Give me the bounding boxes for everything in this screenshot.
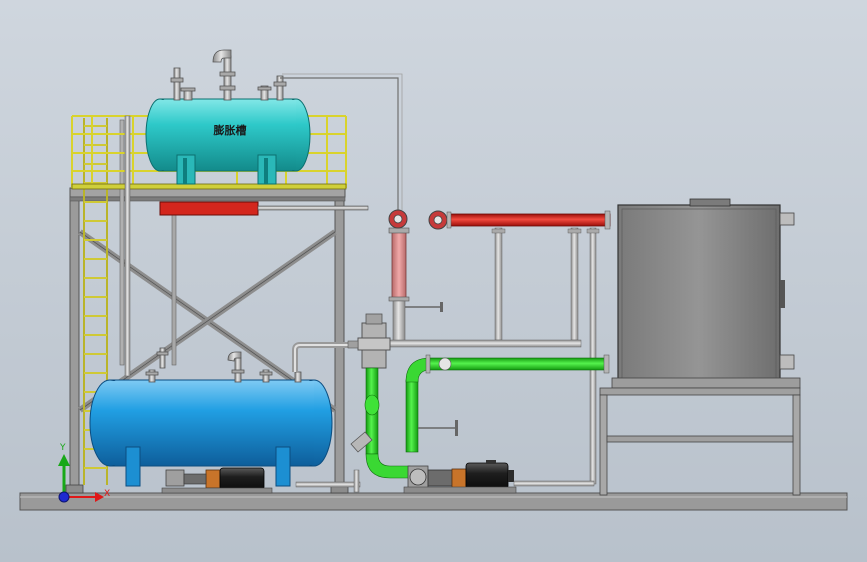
distribution-header[interactable] (159, 201, 259, 216)
heater-unit[interactable] (611, 198, 801, 389)
supply-riser (391, 231, 407, 299)
expansion-tank-label: 膨胀槽 (213, 123, 247, 137)
platform-deck (71, 183, 347, 190)
cad-viewport[interactable]: 膨胀槽 Y X (0, 0, 867, 562)
pump-discharge-pipe (513, 480, 595, 487)
expansion-tank[interactable] (145, 98, 311, 185)
transfer-pump[interactable] (161, 467, 273, 494)
pump-skid (403, 486, 517, 494)
overflow-pipe (124, 115, 131, 377)
assembly-drawing[interactable]: 膨胀槽 (0, 0, 867, 562)
pump-motor[interactable] (465, 460, 514, 490)
drain-pipe (295, 481, 361, 488)
base-plate (19, 492, 848, 511)
hot-supply-pipe (449, 213, 611, 227)
header-branch-pipe (257, 205, 369, 211)
